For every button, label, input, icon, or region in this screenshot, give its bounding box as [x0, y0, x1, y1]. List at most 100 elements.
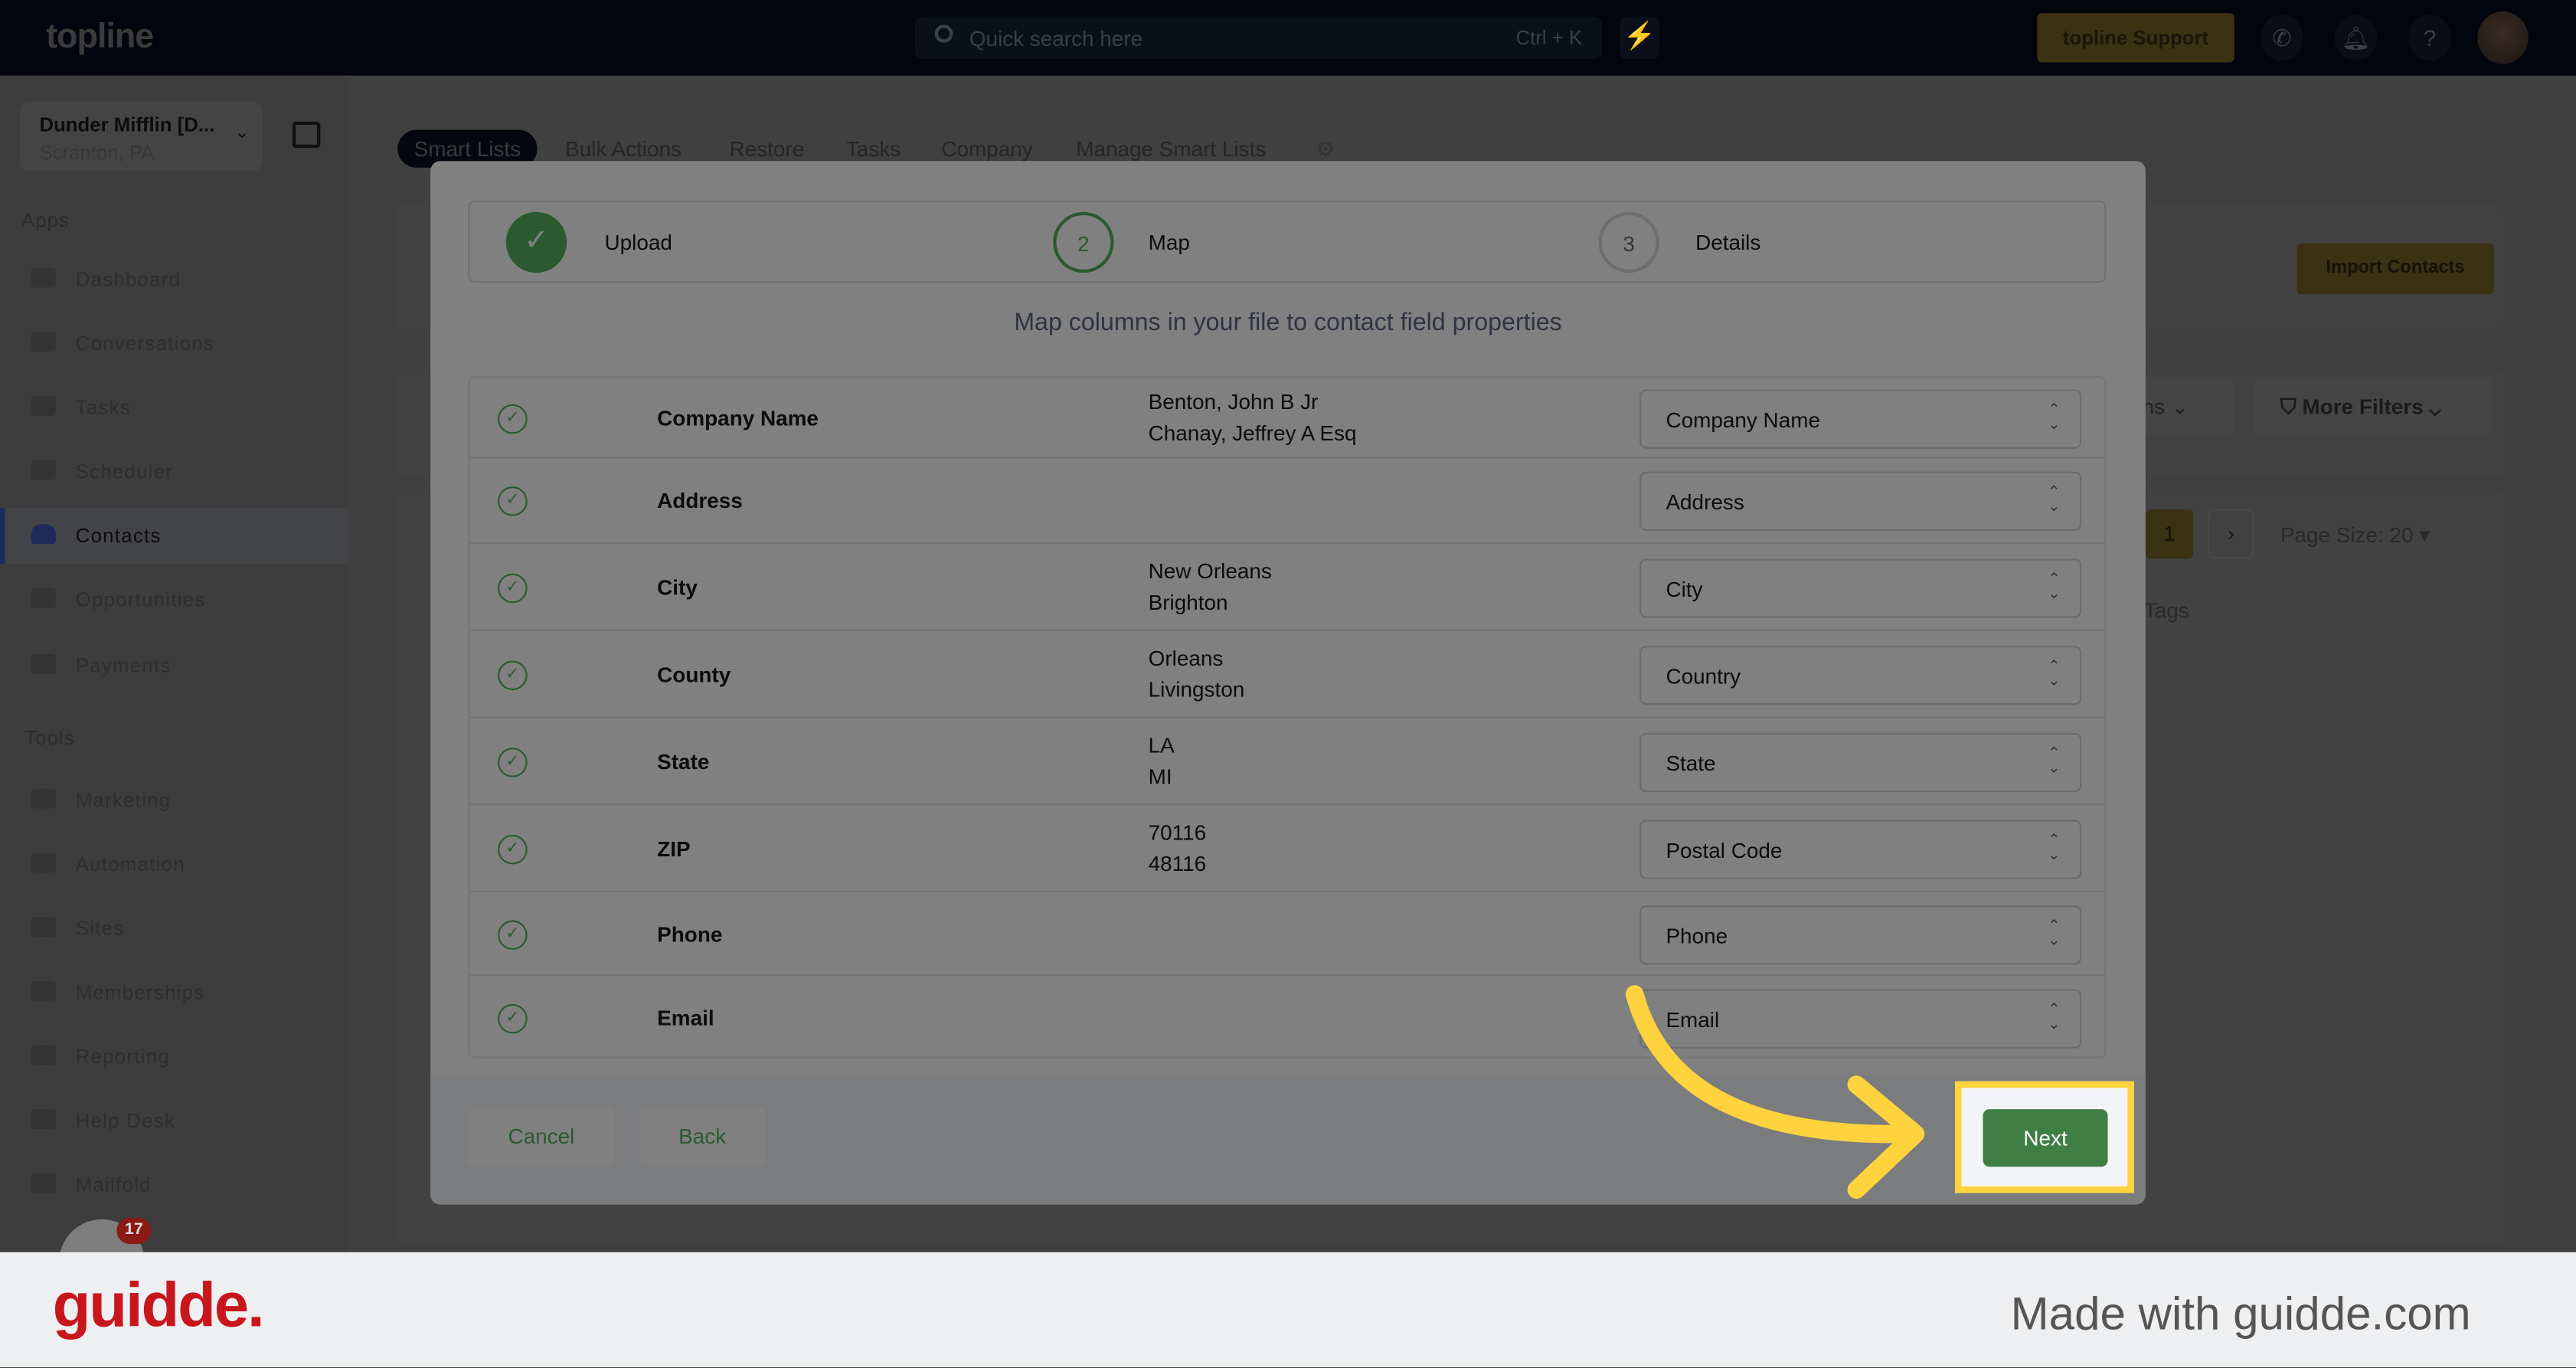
- support-button[interactable]: topline Support: [2037, 13, 2234, 63]
- sort-arrows-icon: ⌃ ⌄: [2048, 743, 2061, 775]
- sidebar-item-reporting[interactable]: Reporting: [0, 1029, 348, 1085]
- check-circle-icon: ✓: [498, 833, 528, 864]
- field-select[interactable]: Email ⌃ ⌄: [1639, 988, 2082, 1048]
- step-map-number: 2: [1053, 211, 1114, 273]
- page-1-button[interactable]: 1: [2145, 509, 2194, 559]
- mapping-row: ✓ County Orleans Livingston Country ⌃ ⌄: [469, 631, 2105, 718]
- top-bar: topline Quick search here Ctrl + K ⚡ top…: [0, 0, 2576, 76]
- sample-value: Chanay, Jeffrey A Esq: [1148, 420, 1357, 445]
- sidebar-item-label: Contacts: [75, 524, 162, 548]
- sidebar-item-contacts[interactable]: Contacts: [0, 507, 348, 564]
- sidebar-item-label: Dashboard: [75, 267, 181, 291]
- check-circle-icon: ✓: [498, 659, 528, 689]
- page-size-select[interactable]: Page Size: 20 ▾: [2280, 522, 2430, 548]
- field-select[interactable]: Phone ⌃ ⌄: [1639, 905, 2082, 964]
- columns-label: ns: [2142, 394, 2166, 420]
- back-button[interactable]: Back: [639, 1108, 766, 1167]
- location-name: Dunder Mifflin [D...: [39, 113, 215, 137]
- sort-arrows-icon: ⌃ ⌄: [2048, 569, 2061, 601]
- mapping-row: ✓ Email Email ⌃ ⌄: [470, 976, 2105, 1059]
- sample-value: Livingston: [1148, 676, 1245, 702]
- field-select-value: State: [1666, 750, 1716, 775]
- sample-value: Orleans: [1148, 645, 1224, 670]
- field-select[interactable]: Country ⌃ ⌄: [1639, 645, 2082, 705]
- sidebar-item-opportunities[interactable]: Opportunities: [0, 572, 348, 628]
- check-circle-icon: ✓: [498, 486, 528, 516]
- guidde-footer: guidde. Made with guidde.com: [0, 1252, 2576, 1367]
- sort-arrows-icon: ⌃ ⌄: [2048, 830, 2061, 862]
- chat-icon: [31, 332, 56, 352]
- lightning-icon[interactable]: ⚡: [1620, 16, 1659, 60]
- sidebar-item-scheduler[interactable]: Scheduler: [0, 443, 348, 499]
- field-select-value: City: [1666, 575, 1703, 601]
- step-upload-label: Upload: [604, 230, 672, 255]
- step-complete-check-icon: ✓: [505, 211, 567, 273]
- cancel-button[interactable]: Cancel: [468, 1108, 615, 1167]
- mapping-row: ✓ Address Address ⌃ ⌄: [469, 459, 2105, 545]
- more-filters-button[interactable]: ⛉ More Filters ⌄: [2254, 378, 2493, 436]
- sort-arrows-icon: ⌃ ⌄: [2048, 400, 2061, 432]
- sidebar-item-automation[interactable]: Automation: [0, 836, 348, 892]
- field-select[interactable]: Postal Code ⌃ ⌄: [1639, 819, 2082, 879]
- column-name: County: [657, 661, 731, 686]
- location-switcher[interactable]: Dunder Mifflin [D... Scranton, PA ⌄: [19, 102, 263, 172]
- step-details-label: Details: [1695, 230, 1761, 255]
- bell-icon[interactable]: 🔔︎: [2334, 15, 2378, 61]
- page-size-label: Page Size: 20: [2280, 522, 2414, 548]
- sample-value: 48116: [1148, 850, 1207, 875]
- tab-company[interactable]: Company: [941, 136, 1032, 161]
- mail-icon: [31, 1173, 56, 1193]
- sidebar-collapse-icon[interactable]: [292, 121, 321, 149]
- sidebar-item-marketing[interactable]: Marketing: [0, 772, 348, 828]
- phone-icon[interactable]: ✆: [2261, 15, 2303, 61]
- sidebar-item-memberships[interactable]: Memberships: [0, 964, 348, 1020]
- field-select[interactable]: Address ⌃ ⌄: [1639, 471, 2082, 531]
- gears-icon: [31, 853, 56, 873]
- sample-value: LA: [1148, 731, 1175, 757]
- search-input[interactable]: Quick search here Ctrl + K: [914, 16, 1602, 60]
- dashboard-icon: [31, 267, 56, 288]
- mapping-row: ✓ City New Orleans Brighton City ⌃ ⌄: [469, 544, 2105, 631]
- sidebar-item-label: Marketing: [75, 788, 172, 812]
- import-contacts-button[interactable]: Import Contacts: [2296, 243, 2494, 295]
- next-button[interactable]: Next: [1983, 1109, 2108, 1167]
- sidebar-item-payments[interactable]: Payments: [0, 637, 348, 693]
- gear-icon[interactable]: ⚙: [1316, 136, 1335, 162]
- field-select-value: Company Name: [1666, 406, 1820, 432]
- logo: topline: [46, 18, 154, 56]
- check-circle-icon: ✓: [498, 747, 528, 777]
- help-icon[interactable]: ?: [2408, 15, 2451, 61]
- next-page-icon[interactable]: ›: [2208, 509, 2254, 559]
- field-select[interactable]: City ⌃ ⌄: [1639, 558, 2082, 617]
- mapping-table: ✓ Company Name Benton, John B Jr Chanay, Je…: [468, 376, 2107, 1059]
- field-select-value: Phone: [1666, 922, 1728, 947]
- modal-footer: Cancel Back: [430, 1075, 2146, 1205]
- sort-arrows-icon: ⌃ ⌄: [2048, 483, 2061, 515]
- sidebar-item-conversations[interactable]: Conversations: [0, 316, 348, 371]
- sidebar-item-dashboard[interactable]: Dashboard: [0, 251, 348, 307]
- step-details-number: 3: [1598, 211, 1659, 273]
- avatar[interactable]: [2477, 11, 2529, 64]
- sidebar-item-tasks[interactable]: Tasks: [0, 380, 348, 436]
- field-select[interactable]: State ⌃ ⌄: [1639, 731, 2082, 792]
- tab-restore[interactable]: Restore: [730, 136, 805, 161]
- sample-value: Brighton: [1148, 589, 1228, 614]
- sample-values: Orleans Livingston: [1149, 642, 1245, 705]
- mapping-row: ✓ Phone Phone ⌃ ⌄: [469, 892, 2105, 977]
- search-placeholder: Quick search here: [969, 26, 1143, 51]
- tab-tasks[interactable]: Tasks: [846, 136, 901, 161]
- sidebar-item-help-desk[interactable]: Help Desk: [0, 1093, 348, 1149]
- sidebar-item-mailfold[interactable]: Mailfold: [0, 1157, 348, 1213]
- sort-arrows-icon: ⌃ ⌄: [2048, 656, 2061, 688]
- sort-arrows-icon: ⌃ ⌄: [2048, 1000, 2061, 1032]
- tab-bulk-actions[interactable]: Bulk Actions: [565, 136, 682, 161]
- sort-arrows-icon: ⌃ ⌄: [2048, 916, 2061, 947]
- sidebar-item-sites[interactable]: Sites: [0, 901, 348, 957]
- filter-icon: ⛉: [2280, 394, 2303, 420]
- search-icon: [934, 25, 953, 43]
- tab-manage-smart-lists[interactable]: Manage Smart Lists: [1076, 136, 1266, 161]
- field-select-value: Country: [1666, 663, 1741, 688]
- field-select[interactable]: Company Name ⌃ ⌄: [1639, 388, 2082, 448]
- field-select-value: Postal Code: [1666, 837, 1783, 862]
- sample-value: Benton, John B Jr: [1148, 388, 1319, 414]
